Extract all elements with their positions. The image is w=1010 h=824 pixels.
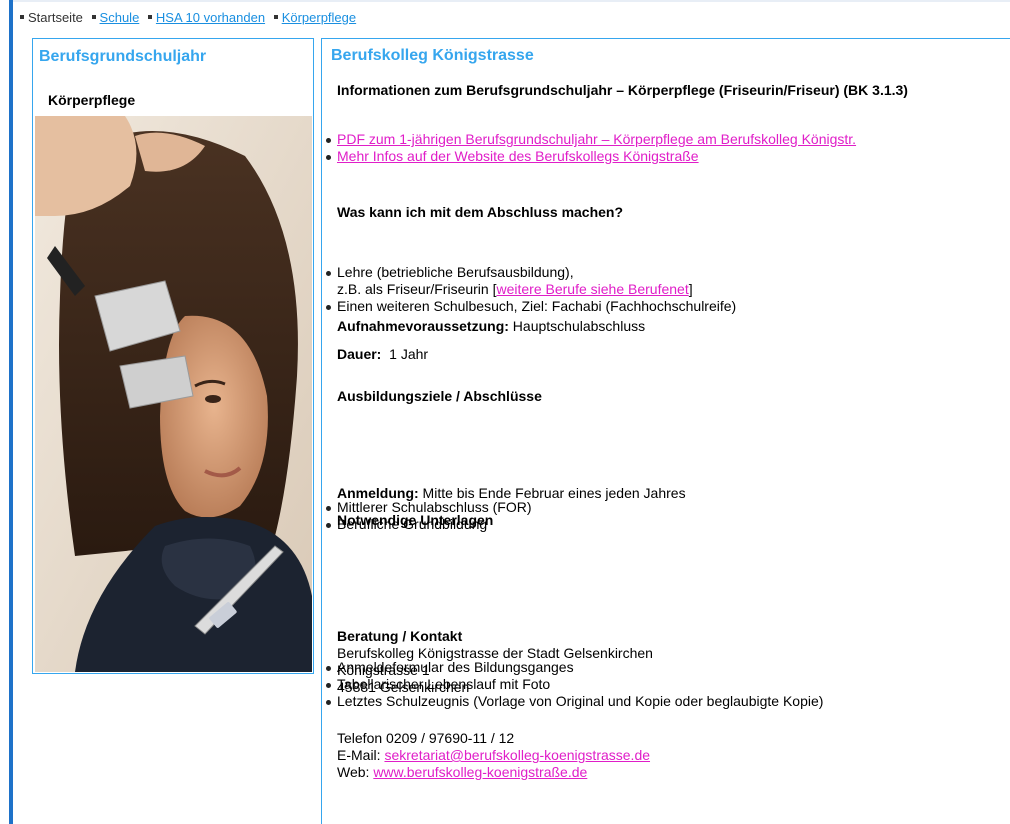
address-line: Berufskolleg Königstrasse der Stadt Gels… bbox=[337, 645, 653, 661]
duration-line: Dauer: 1 Jahr bbox=[337, 346, 428, 363]
bullet-icon bbox=[147, 14, 152, 19]
breadcrumb: Startseite Schule HSA 10 vorhanden Körpe… bbox=[20, 10, 361, 30]
admission-value: Hauptschulabschluss bbox=[508, 318, 646, 334]
info-heading: Informationen zum Berufsgrundschuljahr –… bbox=[337, 82, 908, 98]
berufenet-link[interactable]: weitere Berufe siehe Berufenet bbox=[496, 281, 688, 297]
breadcrumb-link-schule[interactable]: Schule bbox=[100, 10, 140, 25]
page-title: Berufskolleg Königstrasse bbox=[331, 47, 534, 64]
outcomes-list: Lehre (betriebliche Berufsausbildung), z… bbox=[324, 264, 1002, 315]
web-link[interactable]: www.berufskolleg-koenigstraße.de bbox=[373, 764, 587, 780]
contact-address: Berufskolleg Königstrasse der Stadt Gels… bbox=[337, 645, 653, 696]
info-links-list: PDF zum 1-jährigen Berufsgrundschuljahr … bbox=[324, 131, 1002, 165]
outcome-text: ] bbox=[688, 281, 693, 297]
website-link[interactable]: Mehr Infos auf der Website des Berufskol… bbox=[337, 148, 699, 164]
address-line: 45881 Gelsenkirchen bbox=[337, 679, 470, 695]
main-content: Informationen zum Berufsgrundschuljahr –… bbox=[326, 78, 1002, 780]
sidebar-title: Berufsgrundschuljahr bbox=[39, 48, 207, 65]
registration-line: Anmeldung: Mitte bis Ende Februar eines … bbox=[337, 485, 686, 502]
email-line: E-Mail: sekretariat@berufskolleg-koenigs… bbox=[337, 747, 650, 764]
breadcrumb-koerperpflege[interactable]: Körperpflege bbox=[273, 10, 356, 25]
sidebar-subtitle: Körperpflege bbox=[48, 92, 136, 108]
goals-heading: Ausbildungsziele / Abschlüsse bbox=[337, 388, 542, 404]
pdf-link[interactable]: PDF zum 1-jährigen Berufsgrundschuljahr … bbox=[337, 131, 856, 147]
accent-stripe bbox=[9, 0, 13, 824]
email-link[interactable]: sekretariat@berufskolleg-koenigstrasse.d… bbox=[384, 747, 650, 763]
web-label: Web: bbox=[337, 764, 374, 780]
duration-value: 1 Jahr bbox=[381, 346, 429, 362]
outcome-text: Lehre (betriebliche Berufsausbildung), bbox=[337, 264, 574, 280]
hairdresser-photo bbox=[35, 116, 312, 672]
left-accent-bar bbox=[0, 0, 13, 824]
admission-label: Aufnahmevoraussetzung: bbox=[337, 318, 509, 334]
documents-heading: Notwendige Unterlagen bbox=[337, 512, 494, 528]
list-item: PDF zum 1-jährigen Berufsgrundschuljahr … bbox=[324, 131, 1002, 148]
address-line: Königstrasse 1 bbox=[337, 662, 430, 678]
registration-value: Mitte bis Ende Februar eines jeden Jahre… bbox=[418, 485, 686, 501]
bullet-icon bbox=[20, 14, 24, 19]
outcomes-heading: Was kann ich mit dem Abschluss machen? bbox=[337, 204, 624, 220]
top-divider bbox=[13, 0, 1010, 2]
photo-illustration bbox=[35, 116, 312, 672]
duration-label: Dauer: bbox=[337, 346, 382, 362]
breadcrumb-label: Startseite bbox=[28, 10, 83, 25]
web-line: Web: www.berufskolleg-koenigstraße.de bbox=[337, 764, 587, 781]
sidebar-panel: Berufsgrundschuljahr Körperpflege bbox=[32, 38, 314, 674]
breadcrumb-link-koerperpflege[interactable]: Körperpflege bbox=[282, 10, 356, 25]
breadcrumb-link-hsa[interactable]: HSA 10 vorhanden bbox=[156, 10, 265, 25]
list-item: Einen weiteren Schulbesuch, Ziel: Fachab… bbox=[324, 298, 1002, 315]
list-item: Lehre (betriebliche Berufsausbildung), z… bbox=[324, 264, 1002, 298]
breadcrumb-hsa[interactable]: HSA 10 vorhanden bbox=[147, 10, 265, 25]
contact-heading: Beratung / Kontakt bbox=[337, 628, 463, 644]
registration-label: Anmeldung: bbox=[337, 485, 419, 501]
breadcrumb-home: Startseite bbox=[20, 10, 83, 25]
bullet-icon bbox=[91, 14, 96, 19]
outcome-text: z.B. als Friseur/Friseurin [ bbox=[337, 281, 497, 297]
list-item: Mehr Infos auf der Website des Berufskol… bbox=[324, 148, 1002, 165]
breadcrumb-schule[interactable]: Schule bbox=[91, 10, 140, 25]
email-label: E-Mail: bbox=[337, 747, 385, 763]
outcome-text: Einen weiteren Schulbesuch, Ziel: Fachab… bbox=[337, 298, 737, 314]
phone-line: Telefon 0209 / 97690-11 / 12 bbox=[337, 730, 515, 746]
admission-line: Aufnahmevoraussetzung: Hauptschulabschlu… bbox=[337, 318, 645, 335]
bullet-icon bbox=[273, 14, 278, 19]
